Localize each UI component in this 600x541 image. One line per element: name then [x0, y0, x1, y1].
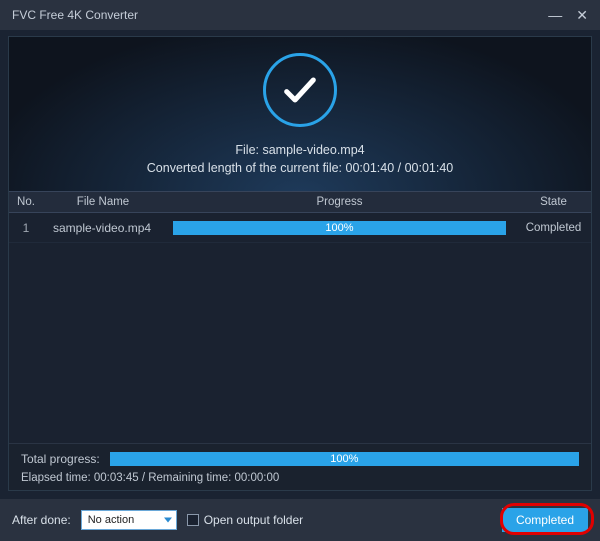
chevron-down-icon [164, 518, 172, 523]
header-no: No. [9, 196, 43, 208]
header-state: State [516, 196, 591, 208]
after-done-select[interactable]: No action [81, 510, 177, 530]
converted-length-label: Converted length of the current file: 00… [147, 161, 453, 175]
row-progress-label: 100% [173, 221, 506, 235]
window-title: FVC Free 4K Converter [12, 8, 548, 22]
total-progress-row: Total progress: 100% [21, 452, 579, 466]
titlebar: FVC Free 4K Converter — ✕ [0, 0, 600, 30]
open-output-folder-checkbox[interactable]: Open output folder [187, 513, 303, 527]
window-controls: — ✕ [548, 8, 588, 22]
total-progress-label: Total progress: [21, 452, 100, 466]
close-button[interactable]: ✕ [576, 8, 588, 22]
total-progress-pct: 100% [110, 452, 579, 466]
time-info: Elapsed time: 00:03:45 / Remaining time:… [21, 472, 579, 484]
completed-button-label: Completed [516, 513, 574, 527]
cell-file-name: sample-video.mp4 [43, 221, 163, 235]
main-panel: File: sample-video.mp4 Converted length … [8, 36, 592, 491]
cell-state: Completed [516, 222, 591, 234]
after-done-label: After done: [12, 513, 71, 527]
minimize-button[interactable]: — [548, 8, 562, 22]
cell-progress: 100% [163, 221, 516, 235]
open-output-folder-label: Open output folder [204, 513, 303, 527]
total-progress-bar: 100% [110, 452, 579, 466]
cell-no: 1 [9, 221, 43, 235]
header-progress: Progress [163, 196, 516, 208]
app-window: FVC Free 4K Converter — ✕ File: sample-v… [0, 0, 600, 541]
summary-section: Total progress: 100% Elapsed time: 00:03… [9, 443, 591, 490]
after-done-selected-value: No action [88, 514, 134, 526]
current-file-label: File: sample-video.mp4 [235, 143, 364, 157]
row-progress-bar: 100% [173, 221, 506, 235]
footer-bar: After done: No action Open output folder… [0, 499, 600, 541]
table-body: 1 sample-video.mp4 100% Completed [9, 213, 591, 443]
checkbox-box [187, 514, 199, 526]
table-row[interactable]: 1 sample-video.mp4 100% Completed [9, 213, 591, 243]
success-check-icon [263, 53, 337, 127]
header-file-name: File Name [43, 196, 163, 208]
table-header: No. File Name Progress State [9, 191, 591, 213]
hero-section: File: sample-video.mp4 Converted length … [9, 37, 591, 191]
completed-button[interactable]: Completed [502, 508, 588, 532]
content-area: File: sample-video.mp4 Converted length … [0, 30, 600, 499]
